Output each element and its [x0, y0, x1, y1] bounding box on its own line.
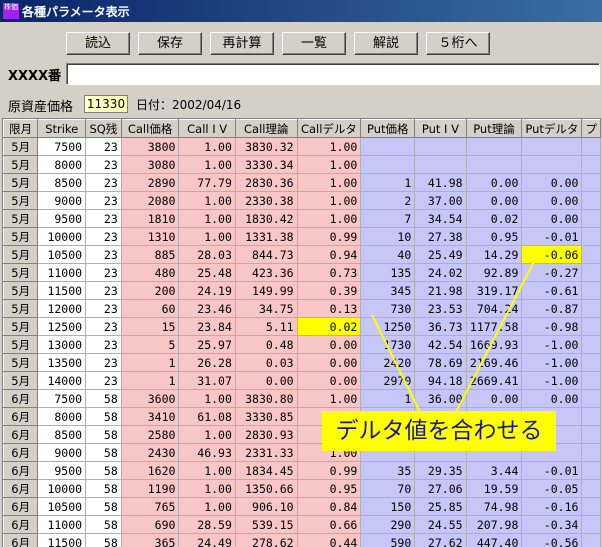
- annotation-line-put: [456, 250, 540, 412]
- annotation-line-call: [372, 315, 420, 412]
- annotation-callout: デルタ値を合わせる: [322, 411, 556, 451]
- annotation-lines: [0, 0, 602, 546]
